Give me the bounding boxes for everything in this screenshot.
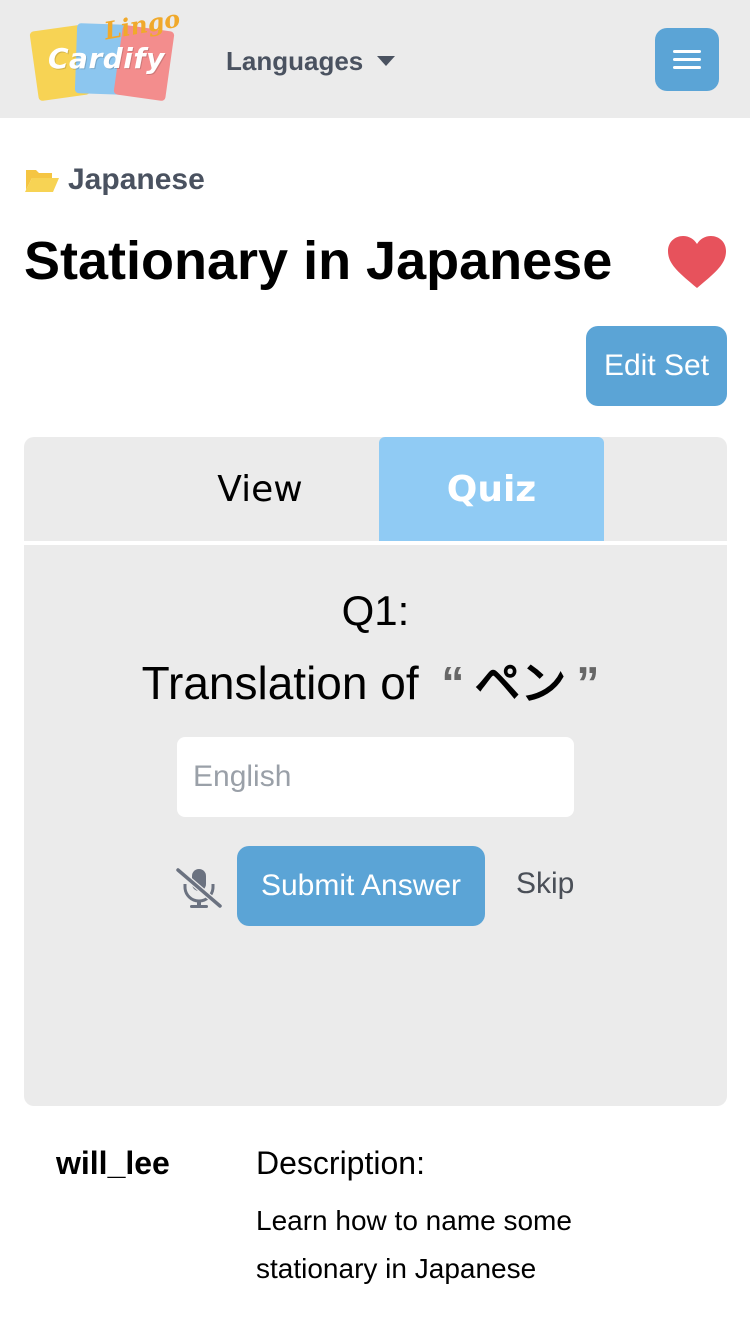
description-text: Learn how to name some stationary in Jap… — [256, 1205, 572, 1284]
set-author[interactable]: will_lee — [56, 1145, 170, 1182]
submit-answer-button[interactable]: Submit Answer — [237, 846, 485, 926]
menu-toggle-button[interactable] — [655, 28, 719, 91]
tab-divider — [24, 541, 727, 545]
tab-view[interactable]: View — [148, 437, 372, 542]
hamburger-icon-line — [673, 58, 701, 61]
open-quote: “ — [441, 657, 465, 709]
hamburger-icon-line — [673, 66, 701, 69]
edit-set-button[interactable]: Edit Set — [586, 326, 727, 406]
languages-label: Languages — [226, 45, 364, 76]
microphone-muted-icon[interactable] — [174, 867, 224, 909]
hamburger-icon-line — [673, 50, 701, 53]
close-quote: ” — [576, 657, 600, 709]
cardify-lingo-logo[interactable]: Cardify Lingo — [29, 4, 190, 104]
languages-dropdown[interactable]: Languages — [226, 44, 396, 78]
top-navbar: Cardify Lingo Languages — [0, 0, 750, 118]
page-title: Stationary in Japanese — [24, 231, 613, 291]
prompt-word: ペン — [474, 656, 567, 710]
caret-down-icon — [377, 56, 396, 66]
study-panel: View Quiz Q1: Translation of “ペン” Submit… — [24, 437, 727, 1106]
folder-open-icon — [25, 170, 59, 192]
favorite-heart-icon[interactable] — [666, 234, 728, 290]
skip-button[interactable]: Skip — [516, 867, 574, 901]
breadcrumb-category: Japanese — [68, 163, 205, 196]
prompt-prefix: Translation of — [141, 657, 419, 709]
tab-quiz[interactable]: Quiz — [379, 437, 604, 542]
breadcrumb[interactable]: Japanese — [24, 162, 205, 198]
logo-wordmark: Cardify — [48, 42, 165, 75]
answer-input[interactable] — [177, 737, 574, 817]
question-number: Q1: — [341, 587, 410, 634]
description-heading: Description: — [256, 1145, 425, 1181]
question-prompt: Translation of “ペン” — [24, 647, 727, 713]
